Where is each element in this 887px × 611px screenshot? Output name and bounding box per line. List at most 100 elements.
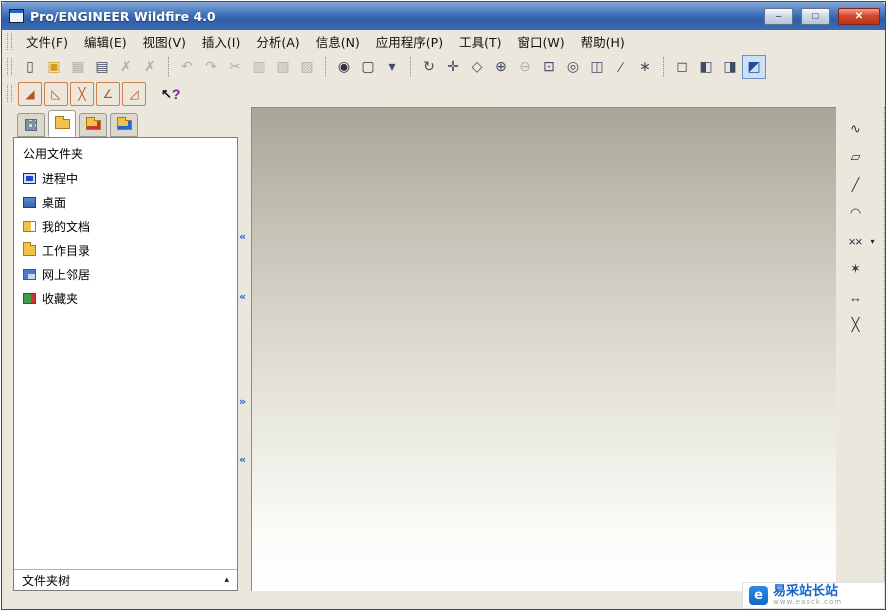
print-button[interactable]: ▤ — [90, 55, 114, 79]
graphics-area[interactable] — [251, 107, 836, 591]
minimize-button[interactable]: – — [764, 7, 793, 25]
nav-item-favorites[interactable]: 收藏夹 — [14, 286, 237, 310]
menu-view[interactable]: 视图(V) — [135, 29, 194, 54]
redo-button[interactable]: ↷ — [199, 55, 223, 79]
menu-tools[interactable]: 工具(T) — [451, 29, 509, 54]
spline-tool-button[interactable]: ∿ — [843, 117, 867, 141]
repaint-icon: ◎ — [566, 58, 580, 74]
navigator-splitter[interactable]: « « » « — [238, 107, 251, 591]
navigator: 公用文件夹 进程中 桌面 我的文档 工作目录 网上邻居 收藏夹 文件夹树 ▴ — [2, 107, 238, 591]
menu-info[interactable]: 信息(N) — [308, 29, 368, 54]
sash-chevron-icon[interactable]: » — [239, 396, 246, 407]
nav-item-working-directory[interactable]: 工作目录 — [14, 238, 237, 262]
delete-segment-icon: ×× — [848, 233, 862, 249]
sash-chevron-icon[interactable]: « — [239, 454, 246, 465]
cut-button[interactable]: ✂ — [223, 55, 247, 79]
spin-center-button[interactable]: ✛ — [441, 55, 465, 79]
sash-chevron-icon[interactable]: « — [239, 231, 246, 242]
datum-axes-icon: ∕ — [619, 58, 623, 75]
trim-icon: ╳ — [851, 317, 860, 332]
diag-overlapping-geometry-button[interactable]: ╳ — [70, 81, 94, 106]
menu-applications[interactable]: 应用程序(P) — [368, 29, 451, 54]
repaint-button[interactable]: ◎ — [561, 55, 585, 79]
tab-model-tree[interactable] — [17, 113, 45, 137]
nav-item-in-session[interactable]: 进程中 — [14, 166, 237, 190]
refit-button[interactable]: ⊡ — [537, 55, 561, 79]
shaded-display-button[interactable]: ◩ — [742, 54, 766, 79]
erase-display-button[interactable]: ✗ — [114, 55, 138, 79]
dimension-tool-button[interactable]: ↔ — [843, 285, 867, 309]
smart-select-button[interactable]: ▢ — [356, 55, 380, 79]
select-filter-dropdown[interactable]: ▾ — [380, 55, 404, 79]
common-folders-header: 公用文件夹 — [23, 147, 84, 161]
main-toolbar-drag-handle[interactable] — [7, 58, 12, 75]
tab-connections[interactable] — [110, 113, 138, 137]
diag-orientation-button[interactable]: ◿ — [122, 81, 146, 106]
point-tool-button[interactable]: ✶ — [843, 257, 867, 281]
save-file-button[interactable]: ▦ — [66, 55, 90, 79]
nav-item-desktop[interactable]: 桌面 — [14, 190, 237, 214]
toolbar-separator — [410, 56, 411, 77]
no-hidden-display-button[interactable]: ◨ — [718, 55, 742, 79]
menu-insert[interactable]: 插入(I) — [194, 29, 248, 54]
diag-feature-requirements-button[interactable]: ∠ — [96, 81, 120, 106]
model-tree-icon — [25, 119, 37, 131]
tab-favorites[interactable] — [79, 113, 107, 137]
diag-toolbar-drag-handle[interactable] — [7, 85, 12, 102]
right-toolbar: ∿ ▱ ╱ ◠ ×× ▾ ✶ ↔ ╳ — [836, 107, 885, 591]
menu-analysis[interactable]: 分析(A) — [248, 29, 307, 54]
datum-points-button[interactable]: ∗ — [633, 55, 657, 79]
point-icon: ✶ — [850, 261, 861, 276]
maximize-button[interactable]: □ — [801, 7, 830, 25]
paste-button[interactable]: ▧ — [271, 55, 295, 79]
menu-file[interactable]: 文件(F) — [18, 29, 76, 54]
search-icon: ◉ — [337, 58, 351, 74]
datum-points-icon: ∗ — [639, 58, 651, 74]
menubar-drag-handle[interactable] — [7, 33, 12, 50]
delete-segment-tool-button[interactable]: ×× — [843, 229, 867, 253]
titlebar[interactable]: Pro/ENGINEER Wildfire 4.0 – □ ✕ — [2, 2, 885, 30]
diag-orientation-icon: ◿ — [129, 86, 139, 101]
favorites-icon — [23, 292, 36, 304]
datum-axes-button[interactable]: ∕ — [609, 55, 633, 79]
zoom-in-button[interactable]: ⊕ — [489, 55, 513, 79]
menu-window[interactable]: 窗口(W) — [509, 29, 572, 54]
datum-planes-button[interactable]: ◫ — [585, 55, 609, 79]
rectangle-tool-button[interactable]: ▱ — [843, 145, 867, 169]
open-file-button[interactable]: ▣ — [42, 55, 66, 79]
new-file-icon: ▯ — [26, 58, 34, 74]
delete-old-versions-button[interactable]: ✗ — [138, 55, 162, 79]
copy-button[interactable]: ▥ — [247, 55, 271, 79]
tab-folder-browser[interactable] — [48, 110, 76, 137]
toolbar-separator — [325, 56, 326, 77]
spline-icon: ∿ — [850, 121, 861, 136]
arc-tool-button[interactable]: ◠ — [843, 201, 867, 225]
diag-highlight-open-ends-button[interactable]: ◺ — [44, 81, 68, 106]
sash-chevron-icon[interactable]: « — [239, 291, 246, 302]
zoom-out-button[interactable]: ⊖ — [513, 55, 537, 79]
orient-mode-button[interactable]: ◇ — [465, 55, 489, 79]
new-file-button[interactable]: ▯ — [18, 55, 42, 79]
line-tool-button[interactable]: ╱ — [843, 173, 867, 197]
delete-segment-dropdown[interactable]: ▾ — [867, 229, 878, 253]
close-button[interactable]: ✕ — [838, 7, 880, 25]
menu-edit[interactable]: 编辑(E) — [76, 29, 135, 54]
smart-select-icon: ▢ — [361, 58, 375, 74]
nav-item-label: 网上邻居 — [42, 267, 91, 282]
collapse-arrow-icon[interactable]: ▴ — [224, 575, 229, 585]
nav-item-network-neighborhood[interactable]: 网上邻居 — [14, 262, 237, 286]
context-help-button[interactable]: ↖ ? — [158, 82, 183, 106]
diag-shade-closed-loops-button[interactable]: ◢ — [18, 81, 42, 106]
wireframe-display-button[interactable]: ◻ — [670, 55, 694, 79]
search-button[interactable]: ◉ — [332, 55, 356, 79]
regenerate-button[interactable]: ↻ — [417, 55, 441, 79]
sketcher-diagnostics-toolbar: ◢ ◺ ╳ ∠ ◿ ↖ ? — [2, 80, 885, 107]
undo-button[interactable]: ↶ — [175, 55, 199, 79]
hidden-line-display-button[interactable]: ◧ — [694, 55, 718, 79]
menu-help[interactable]: 帮助(H) — [573, 29, 633, 54]
paste-special-button[interactable]: ▨ — [295, 55, 319, 79]
shade-closed-loops-icon: ◢ — [25, 86, 35, 101]
trim-tool-button[interactable]: ╳ — [843, 313, 867, 337]
wireframe-icon: ◻ — [676, 58, 688, 74]
nav-item-my-documents[interactable]: 我的文档 — [14, 214, 237, 238]
